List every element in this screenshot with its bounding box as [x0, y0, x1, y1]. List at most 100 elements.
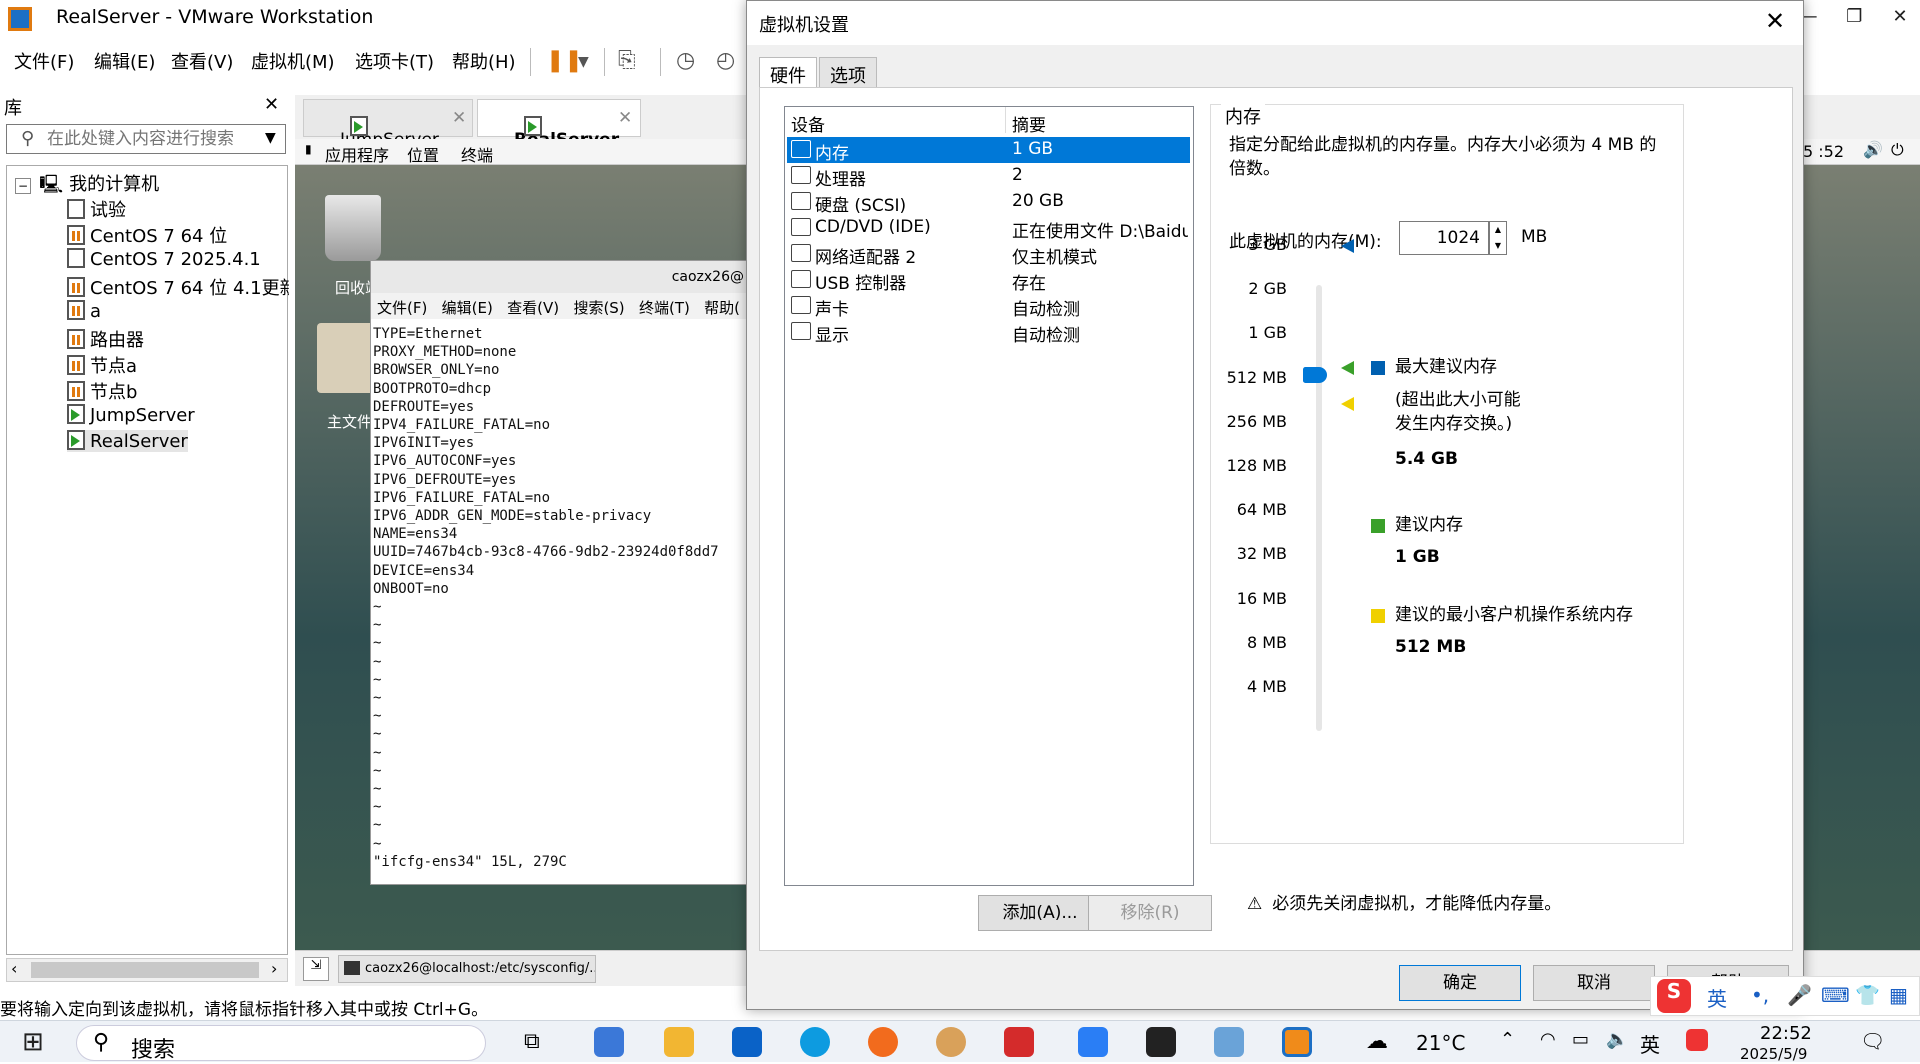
close-tab-icon[interactable]: ✕: [618, 108, 632, 128]
taskbar-search[interactable]: ⚲ 搜索: [76, 1025, 486, 1063]
snapshot-icon[interactable]: ◷: [676, 48, 695, 73]
tab-options[interactable]: 选项: [819, 57, 877, 87]
mic-icon[interactable]: 🎤: [1787, 983, 1812, 1007]
term-menu-edit[interactable]: 编辑(E): [442, 299, 493, 317]
skin-icon[interactable]: 👕: [1855, 983, 1880, 1007]
guest-apps-menu[interactable]: 应用程序: [325, 142, 389, 166]
device-row[interactable]: 硬盘 (SCSI) 20 GB: [787, 189, 1190, 216]
wps-icon[interactable]: [1004, 1027, 1034, 1057]
device-row[interactable]: 网络适配器 2 仅主机模式: [787, 241, 1190, 268]
show-desktop-icon[interactable]: ⇲: [303, 957, 329, 981]
col-device-header[interactable]: 设备: [785, 107, 1006, 136]
library-close-icon[interactable]: ✕: [264, 94, 279, 115]
maximize-button[interactable]: ❐: [1834, 0, 1874, 34]
tree-item-jumpserver[interactable]: JumpServer: [67, 404, 195, 426]
spin-down-icon[interactable]: ▼: [1490, 238, 1506, 254]
scroll-right-icon[interactable]: ›: [271, 959, 277, 978]
menu-vm[interactable]: 虚拟机(M): [251, 48, 335, 74]
weather-temp[interactable]: 21°C: [1416, 1031, 1465, 1055]
term-menu-help[interactable]: 帮助(: [704, 299, 740, 317]
dialog-close-icon[interactable]: ✕: [1765, 7, 1785, 35]
col-summary-header[interactable]: 摘要: [1006, 107, 1192, 136]
tab-hardware[interactable]: 硬件: [759, 57, 817, 87]
task-view-icon[interactable]: ⧉: [524, 1029, 540, 1054]
cancel-button[interactable]: 取消: [1533, 965, 1655, 1001]
device-row[interactable]: 声卡 自动检测: [787, 293, 1190, 320]
trash-icon[interactable]: [325, 195, 381, 261]
device-list[interactable]: 设备 摘要 内存 1 GB 处理器 2 硬盘 (SCSI) 20 GB CD/DVD (ID…: [784, 106, 1194, 886]
tab-realserver[interactable]: RealServer ✕: [477, 99, 641, 150]
grid-menu-icon[interactable]: ▦: [1889, 983, 1908, 1007]
memory-slider-track[interactable]: [1316, 285, 1322, 731]
scroll-thumb[interactable]: [31, 962, 259, 978]
guest-places-menu[interactable]: 位置: [407, 142, 439, 166]
library-search[interactable]: ⚲ ▼: [6, 124, 286, 154]
tree-item-router[interactable]: 路由器: [67, 326, 144, 352]
tray-lang[interactable]: 英: [1640, 1029, 1660, 1058]
guest-terminal-menu[interactable]: 终端: [461, 142, 493, 166]
scroll-left-icon[interactable]: ‹: [11, 959, 17, 978]
menu-view[interactable]: 查看(V): [171, 48, 233, 74]
menu-help[interactable]: 帮助(H): [452, 48, 516, 74]
tree-item-node-b[interactable]: 节点b: [67, 378, 137, 404]
menu-edit[interactable]: 编辑(E): [94, 48, 155, 74]
add-button[interactable]: 添加(A)...: [978, 895, 1102, 931]
paint-icon[interactable]: [936, 1027, 966, 1057]
term-menu-view[interactable]: 查看(V): [507, 299, 559, 317]
send-keys-icon[interactable]: ⎘: [618, 48, 636, 73]
device-row[interactable]: USB 控制器 存在: [787, 267, 1190, 294]
edge-icon[interactable]: [800, 1027, 830, 1057]
remote-desktop-icon[interactable]: [1214, 1027, 1244, 1057]
device-row[interactable]: 内存 1 GB: [787, 137, 1190, 164]
battery-icon[interactable]: ▭: [1572, 1029, 1589, 1050]
revert-snapshot-icon[interactable]: ◴: [716, 48, 735, 73]
tree-item-realserver[interactable]: RealServer: [67, 430, 188, 452]
firefox-icon[interactable]: [868, 1027, 898, 1057]
windows-start-icon[interactable]: ⊞: [22, 1027, 44, 1057]
ok-button[interactable]: 确定: [1399, 965, 1521, 1001]
spin-up-icon[interactable]: ▲: [1490, 222, 1506, 238]
outlook-icon[interactable]: [732, 1027, 762, 1057]
term-menu-file[interactable]: 文件(F): [377, 299, 427, 317]
tree-item-a[interactable]: a: [67, 300, 101, 322]
tree-item-centos-updated[interactable]: CentOS 7 64 位 4.1更新: [67, 274, 289, 300]
volume-icon[interactable]: 🔊: [1863, 140, 1883, 159]
menu-file[interactable]: 文件(F): [14, 48, 74, 74]
memory-spinner[interactable]: ▲ ▼: [1489, 221, 1507, 255]
tree-item-node-a[interactable]: 节点a: [67, 352, 137, 378]
store-icon[interactable]: [594, 1027, 624, 1057]
device-row[interactable]: CD/DVD (IDE) 正在使用文件 D:\BaiduNetdisk...: [787, 215, 1190, 242]
clock-date[interactable]: 2025/5/9: [1740, 1045, 1807, 1061]
close-button[interactable]: ✕: [1880, 0, 1920, 34]
terminal-content[interactable]: TYPE=Ethernet PROXY_METHOD=none BROWSER_…: [373, 325, 719, 871]
speaker-icon[interactable]: 🔈: [1606, 1029, 1628, 1050]
power-icon[interactable]: ⏻: [1891, 140, 1904, 160]
guest-task-terminal[interactable]: caozx26@localhost:/etc/sysconfig/...: [338, 955, 596, 983]
tab-jumpserver[interactable]: JumpServer ✕: [303, 99, 473, 150]
search-dropdown-icon[interactable]: ▼: [265, 130, 276, 146]
chevron-down-icon[interactable]: ▼: [578, 54, 589, 70]
menu-tabs[interactable]: 选项卡(T): [355, 48, 434, 74]
keyboard-icon[interactable]: ⌨: [1821, 983, 1850, 1007]
tree-item-shiyan[interactable]: 试验: [67, 196, 126, 222]
baidu-netdisk-icon[interactable]: [1078, 1027, 1108, 1057]
wifi-icon[interactable]: ◠: [1540, 1029, 1556, 1050]
vmware-taskbar-icon[interactable]: [1282, 1027, 1312, 1057]
remove-button[interactable]: 移除(R): [1088, 895, 1212, 931]
device-row[interactable]: 处理器 2: [787, 163, 1190, 190]
library-hscrollbar[interactable]: ‹ ›: [6, 958, 288, 982]
tree-item-centos2025[interactable]: CentOS 7 2025.4.1: [67, 248, 261, 270]
term-menu-search[interactable]: 搜索(S): [573, 299, 624, 317]
punct-icon[interactable]: •,: [1751, 983, 1769, 1007]
close-tab-icon[interactable]: ✕: [452, 108, 466, 128]
terminal-window[interactable]: caozx26@ 文件(F) 编辑(E) 查看(V) 搜索(S) 终端(T) 帮…: [370, 260, 755, 885]
term-menu-terminal[interactable]: 终端(T): [639, 299, 690, 317]
ime-lang-toggle[interactable]: 英: [1707, 983, 1727, 1012]
sogou-tray-icon[interactable]: [1686, 1029, 1708, 1051]
file-explorer-icon[interactable]: [664, 1027, 694, 1057]
device-row[interactable]: 显示 自动检测: [787, 319, 1190, 346]
tree-item-centos764[interactable]: CentOS 7 64 位: [67, 222, 227, 248]
notification-icon[interactable]: 🗨: [1860, 1029, 1885, 1053]
memory-slider-thumb[interactable]: [1303, 367, 1327, 383]
library-search-input[interactable]: [47, 127, 257, 151]
